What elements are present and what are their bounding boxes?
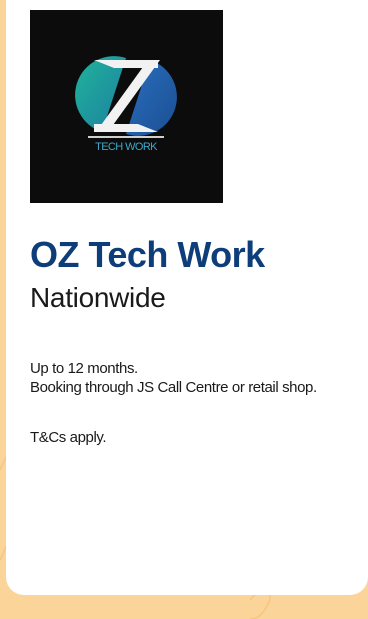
oz-tech-work-logo: TECH WORK <box>30 10 223 203</box>
description-line-1: Up to 12 months. <box>30 360 138 377</box>
offer-card: TECH WORK OZ Tech Work Nationwide Up to … <box>6 0 368 595</box>
terms-text: T&Cs apply. <box>30 429 107 446</box>
oz-logo-icon: TECH WORK <box>75 56 177 153</box>
offer-title: OZ Tech Work <box>30 234 265 275</box>
logo-wordmark: TECH WORK <box>95 141 158 153</box>
offer-description: Up to 12 months. Booking through JS Call… <box>30 359 317 397</box>
offer-subtitle: Nationwide <box>30 282 166 313</box>
description-line-2: Booking through JS Call Centre or retail… <box>30 379 317 396</box>
